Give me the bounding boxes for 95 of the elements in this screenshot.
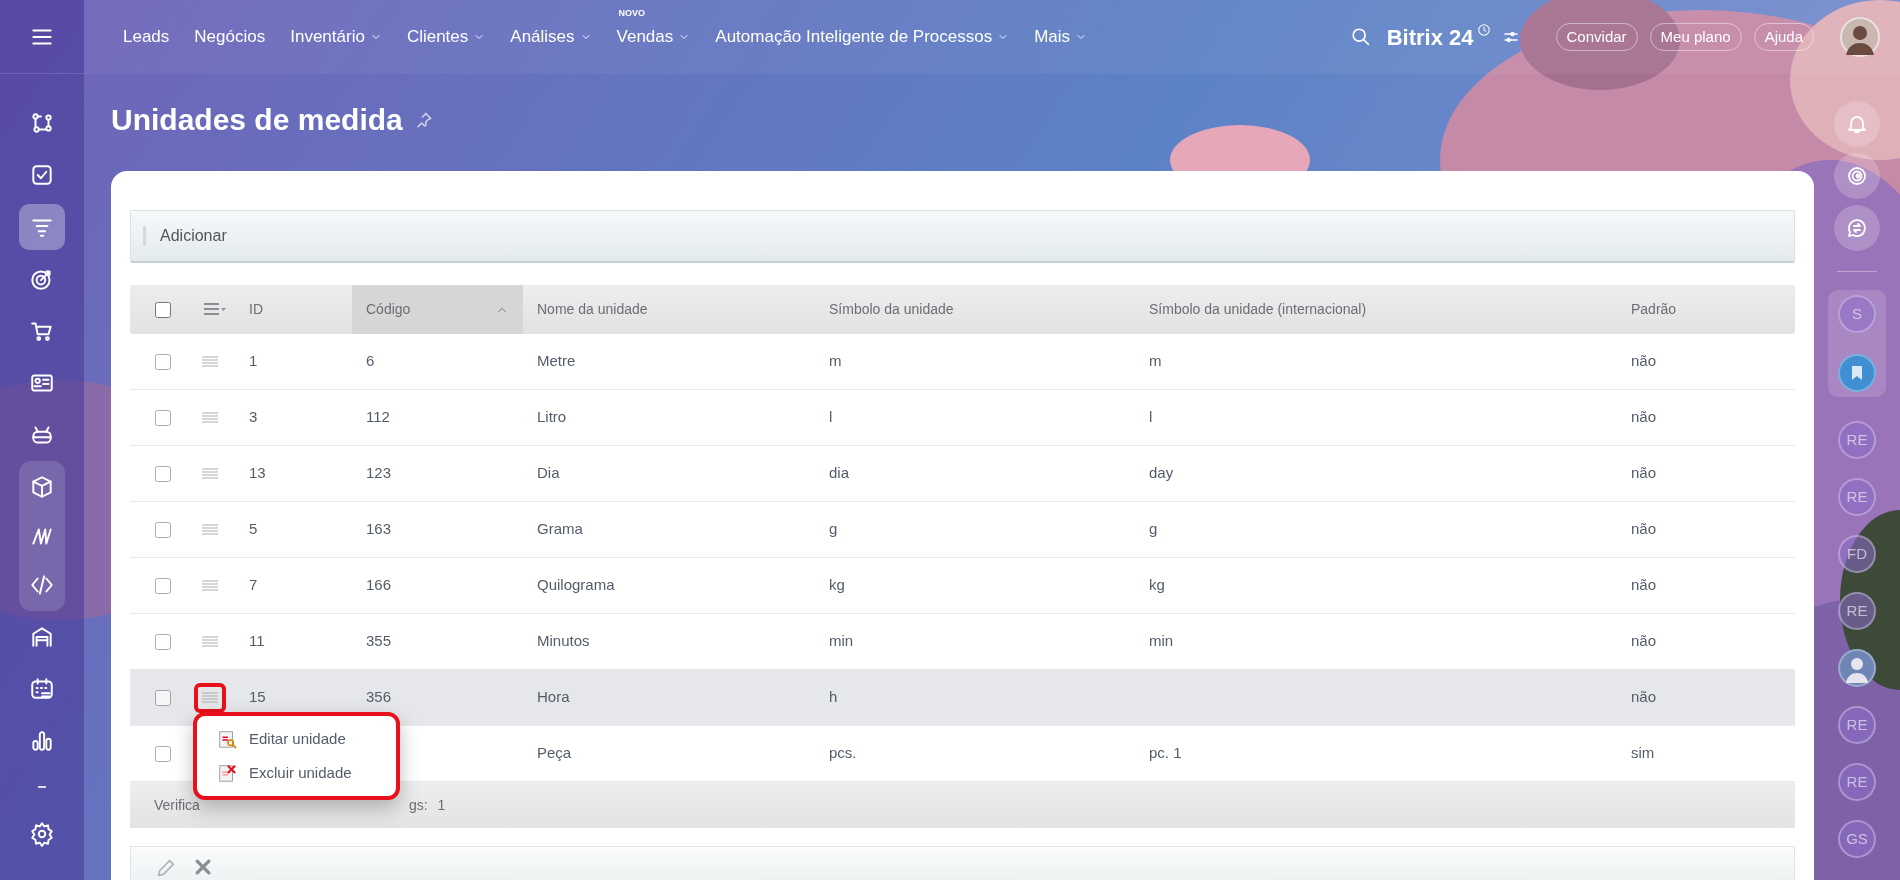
table-cell: Peça <box>537 744 572 762</box>
nav-link[interactable]: Automação Inteligente de Processos <box>715 24 1010 50</box>
chat-icon[interactable] <box>1834 205 1880 251</box>
nav-link[interactable]: Análises <box>510 24 592 50</box>
contact-avatar[interactable]: S <box>1838 295 1876 333</box>
row-checkbox[interactable] <box>155 521 171 538</box>
pencil-icon <box>155 857 177 879</box>
table-cell: h <box>829 688 838 706</box>
table-cell: 5 <box>249 520 258 538</box>
contact-avatar[interactable]: GS <box>1838 820 1876 858</box>
contact-avatar[interactable]: RE <box>1838 478 1876 516</box>
x-icon <box>193 857 213 877</box>
row-checkbox[interactable] <box>155 353 171 370</box>
nav-link[interactable]: Clientes <box>406 24 486 50</box>
table-cell: Metre <box>537 352 576 370</box>
delete-icon <box>217 762 237 785</box>
table-cell: 3 <box>249 408 258 426</box>
column-header[interactable]: Padrão <box>1617 285 1795 334</box>
table-cell: 1 <box>249 352 258 370</box>
table-cell: l <box>1149 408 1153 426</box>
table-cell: 356 <box>366 688 392 706</box>
contact-avatar[interactable]: FD <box>1838 535 1876 573</box>
page-title: Unidades de medida <box>111 101 403 138</box>
table-cell: 15 <box>249 688 266 706</box>
table-cell: m <box>1149 352 1162 370</box>
table-cell: 123 <box>366 464 392 482</box>
contact-avatar[interactable]: RE <box>1838 706 1876 744</box>
table-cell: g <box>829 520 838 538</box>
nav-link[interactable]: Vendas <box>616 24 691 50</box>
table-cell: l <box>829 408 833 426</box>
table-cell: day <box>1149 464 1174 482</box>
select-all-checkbox[interactable] <box>155 301 171 318</box>
table-cell: Quilograma <box>537 576 615 594</box>
footer-text: gs: <box>408 795 428 815</box>
row-checkbox[interactable] <box>155 633 171 650</box>
table-cell: dia <box>829 464 850 482</box>
table-cell: pcs. <box>829 744 857 762</box>
row-checkbox[interactable] <box>155 409 171 426</box>
contact-avatar[interactable]: RE <box>1838 763 1876 801</box>
table-cell: min <box>1149 632 1174 650</box>
contact-avatar[interactable]: RE <box>1838 592 1876 630</box>
column-header[interactable]: Símbolo da unidade (internacional) <box>1135 285 1617 334</box>
nav-link[interactable]: Negócios <box>194 24 266 50</box>
table-cell: não <box>1631 688 1657 706</box>
bell-icon[interactable] <box>1834 101 1880 147</box>
table-cell: não <box>1631 464 1657 482</box>
table-cell: 166 <box>366 576 392 594</box>
menu-item[interactable]: Editar unidade <box>211 721 382 756</box>
column-header[interactable]: Símbolo da unidade <box>815 285 1135 334</box>
menu-item[interactable]: Excluir unidade <box>211 756 382 791</box>
table-cell: 112 <box>366 408 390 426</box>
table-cell: Dia <box>537 464 560 482</box>
table-cell: não <box>1631 520 1657 538</box>
nav-link[interactable]: Inventário <box>290 24 382 50</box>
table-cell: Hora <box>537 688 570 706</box>
contact-avatar[interactable]: RE <box>1838 421 1876 459</box>
logo[interactable]: Bitrix 24 <box>1386 20 1474 54</box>
table-cell: não <box>1631 352 1657 370</box>
pin-icon <box>414 110 433 129</box>
row-checkbox[interactable] <box>155 465 171 482</box>
table-cell: pc. 1 <box>1149 744 1182 762</box>
footer-count: 1 <box>437 795 446 815</box>
column-header[interactable]: Nome da unidade <box>523 285 815 334</box>
column-header[interactable]: ID <box>235 285 352 334</box>
new-label: NOVO <box>618 7 646 21</box>
table-cell: não <box>1631 632 1657 650</box>
table-cell: 6 <box>366 352 375 370</box>
nav-link[interactable]: Leads <box>123 24 170 50</box>
row-checkbox[interactable] <box>155 745 171 762</box>
table-cell: Litro <box>537 408 567 426</box>
column-header[interactable]: Código <box>352 285 523 334</box>
row-checkbox[interactable] <box>155 577 171 594</box>
table-cell: min <box>829 632 854 650</box>
table-cell: Minutos <box>537 632 590 650</box>
table-cell: 163 <box>366 520 392 538</box>
row-checkbox[interactable] <box>155 689 171 706</box>
table-cell: 11 <box>249 632 265 650</box>
filter-icon[interactable] <box>19 204 65 250</box>
table-cell: Grama <box>537 520 583 538</box>
clock-icon <box>1476 22 1491 37</box>
table-cell: g <box>1149 520 1158 538</box>
table-cell: m <box>829 352 842 370</box>
table-cell: 13 <box>249 464 266 482</box>
table-cell: kg <box>1149 576 1165 594</box>
table-cell: sim <box>1631 744 1655 762</box>
footer-text: Verifica <box>154 795 200 815</box>
table-cell: não <box>1631 576 1657 594</box>
column-settings-icon[interactable] <box>204 302 226 317</box>
table-cell: não <box>1631 408 1657 426</box>
table-cell: kg <box>829 576 845 594</box>
table-cell: 355 <box>366 632 392 650</box>
nav-link[interactable]: Mais <box>1034 24 1088 50</box>
table-cell: 7 <box>249 576 258 594</box>
spiral-icon[interactable] <box>1834 153 1880 199</box>
add-button[interactable]: Adicionar <box>152 220 235 252</box>
